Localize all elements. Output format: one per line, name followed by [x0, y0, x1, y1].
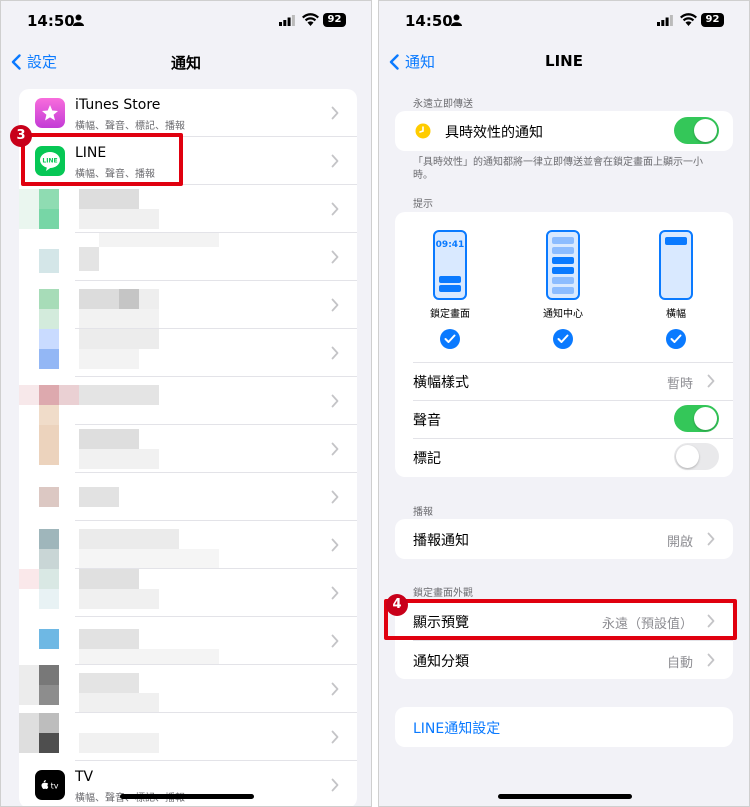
list-item-blurred[interactable]	[19, 281, 357, 329]
line-settings-link-label: LINE通知設定	[413, 721, 501, 737]
alerts-card: 09:41 鎖定畫面 通知中心 橫幅 橫幅樣式 暫時 聲音 標記	[395, 212, 733, 477]
list-item-blurred[interactable]	[19, 425, 357, 473]
notification-grouping-row[interactable]: 通知分類 自動	[395, 640, 733, 679]
announce-label: 播報通知	[413, 533, 469, 549]
lock-screen-clock: 09:41	[435, 240, 465, 250]
badges-label: 標記	[413, 451, 441, 467]
sounds-row: 聲音	[395, 400, 733, 438]
list-item-tv[interactable]: tv TV 橫幅、聲音、標記、播報	[19, 761, 357, 806]
app-notification-list: iTunes Store 橫幅、聲音、標記、播報 LINE LINE 橫幅、聲音…	[19, 89, 357, 806]
lock-screen-checkmark-icon[interactable]	[440, 329, 460, 349]
person-icon	[73, 14, 84, 26]
cellular-signal-icon	[657, 15, 673, 26]
list-item-blurred[interactable]	[19, 617, 357, 665]
section-header-lock-screen-appearance: 鎖定畫面外觀	[413, 588, 473, 599]
highlight-line-row	[21, 133, 183, 186]
list-item-itunes-store[interactable]: iTunes Store 橫幅、聲音、標記、播報	[19, 89, 357, 137]
list-item-blurred[interactable]	[19, 185, 357, 233]
navigation-bar: 設定 通知	[1, 43, 371, 81]
time-sensitive-label: 具時效性的通知	[445, 125, 543, 141]
notification-center-checkmark-icon[interactable]	[553, 329, 573, 349]
list-item-blurred[interactable]	[19, 329, 357, 377]
wifi-icon	[680, 13, 697, 26]
alert-style-label: 橫幅	[666, 309, 686, 320]
list-item-blurred[interactable]	[19, 473, 357, 521]
banner-style-label: 橫幅樣式	[413, 375, 469, 391]
alert-style-label: 鎖定畫面	[430, 309, 470, 320]
home-indicator	[498, 794, 632, 799]
page-title: 通知	[170, 54, 201, 72]
battery-icon: 92	[323, 13, 346, 27]
notifications-screen: 14:50 92 設定 通知 iTunes Store 橫幅、聲音、標記、播報 …	[0, 0, 372, 807]
chevron-right-icon	[331, 778, 339, 792]
sounds-toggle[interactable]	[674, 405, 719, 432]
step-badge: 3	[10, 125, 32, 147]
line-notification-settings-link[interactable]: LINE通知設定	[395, 707, 733, 747]
banner-style-icon[interactable]	[659, 230, 693, 300]
app-summary: 橫幅、聲音、標記、播報	[75, 121, 185, 132]
list-item-blurred[interactable]	[19, 713, 357, 761]
star-icon	[35, 98, 65, 128]
status-time: 14:50	[405, 12, 453, 30]
highlight-show-previews-row	[384, 599, 737, 640]
navigation-bar: 通知 LINE	[379, 43, 749, 81]
list-item-blurred[interactable]	[19, 377, 357, 425]
app-name: iTunes Store	[75, 97, 161, 113]
lock-screen-style-icon[interactable]: 09:41	[433, 230, 467, 300]
battery-icon: 92	[701, 13, 724, 27]
person-icon	[451, 14, 462, 26]
banner-checkmark-icon[interactable]	[666, 329, 686, 349]
list-item-blurred[interactable]	[19, 569, 357, 617]
sounds-label: 聲音	[413, 413, 441, 429]
section-header-announce: 播報	[413, 507, 433, 518]
chevron-right-icon	[707, 374, 715, 388]
grouping-label: 通知分類	[413, 654, 469, 670]
list-item-blurred[interactable]	[19, 521, 357, 569]
announce-row[interactable]: 播報通知 開啟	[395, 519, 733, 559]
alert-style-label: 通知中心	[543, 309, 583, 320]
notification-center-style-icon[interactable]	[546, 230, 580, 300]
grouping-value: 自動	[666, 656, 693, 671]
chevron-right-icon	[331, 154, 339, 168]
announce-value: 開啟	[666, 535, 693, 550]
badges-row: 標記	[395, 438, 733, 477]
section-header-alerts: 提示	[413, 199, 433, 210]
section-header-time-sensitive: 永遠立即傳送	[413, 99, 473, 110]
time-sensitive-footnote: 「具時效性」的通知都將一律立即傳送並會在鎖定畫面上顯示一小時。	[413, 157, 703, 181]
cellular-signal-icon	[279, 15, 295, 26]
line-notification-settings-screen: 14:50 92 通知 LINE 永遠立即傳送 具時效性的通知 「具時效性」的通…	[378, 0, 750, 807]
apple-tv-icon: tv	[35, 770, 65, 800]
status-time: 14:50	[27, 12, 75, 30]
time-sensitive-toggle[interactable]	[674, 117, 719, 144]
list-item-blurred[interactable]	[19, 665, 357, 713]
banner-style-value: 暫時	[666, 377, 693, 392]
step-badge: 4	[386, 594, 408, 616]
chevron-right-icon	[331, 106, 339, 120]
status-bar: 14:50 92	[379, 1, 749, 43]
wifi-icon	[302, 13, 319, 26]
page-title: LINE	[545, 52, 583, 70]
home-indicator	[120, 794, 254, 799]
chevron-right-icon	[707, 653, 715, 667]
svg-text:tv: tv	[51, 782, 59, 791]
list-item-blurred[interactable]	[19, 233, 357, 281]
time-sensitive-card: 具時效性的通知	[395, 111, 733, 151]
badges-toggle[interactable]	[674, 443, 719, 470]
status-bar: 14:50 92	[1, 1, 371, 43]
banner-style-row[interactable]: 橫幅樣式 暫時	[395, 362, 733, 400]
chevron-right-icon	[707, 532, 715, 546]
clock-icon	[415, 123, 431, 139]
app-name: TV	[75, 769, 94, 785]
